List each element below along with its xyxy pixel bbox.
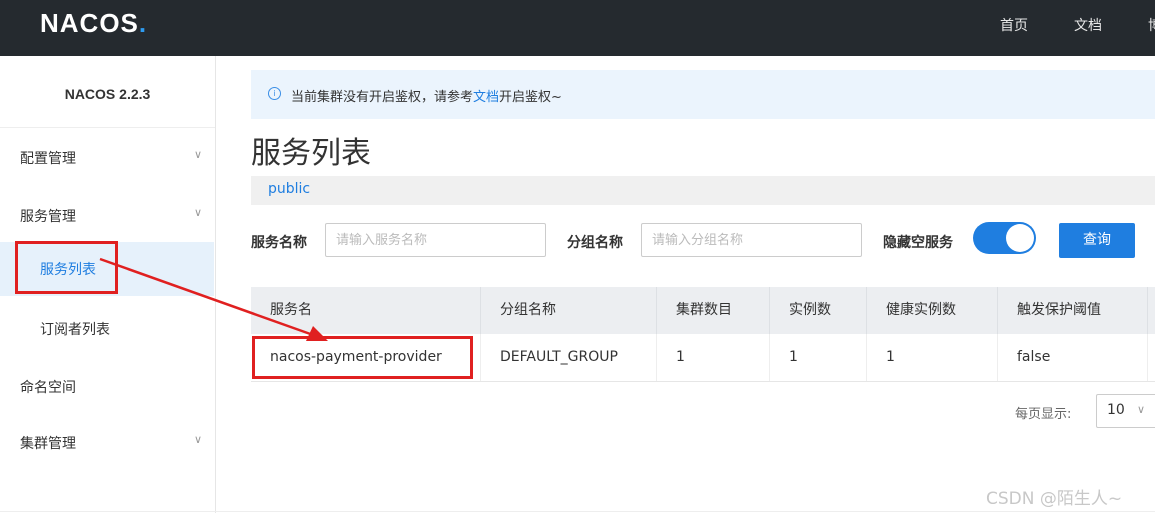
arrow-line (99, 257, 317, 338)
annotation-arrow (99, 257, 328, 341)
